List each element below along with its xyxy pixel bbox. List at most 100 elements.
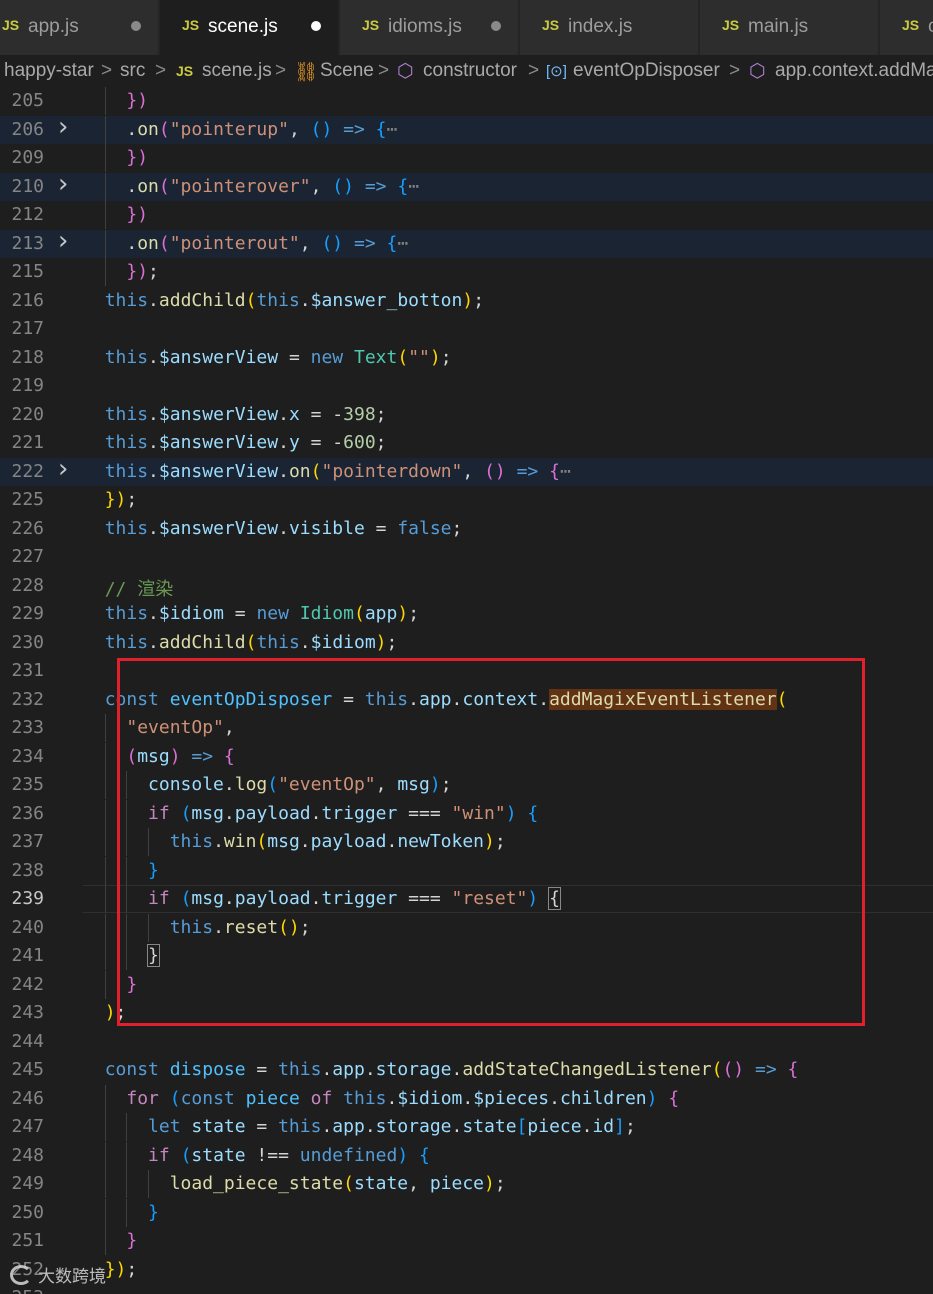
- code-token: piece: [527, 1116, 582, 1137]
- code-token: of: [310, 1087, 333, 1109]
- code-line[interactable]: 229 this.$idiom = new Idiom(app);: [0, 600, 933, 628]
- code-token: (: [711, 1059, 723, 1080]
- code-text: }: [83, 1202, 159, 1223]
- code-line[interactable]: 245 const dispose = this.app.storage.add…: [0, 1056, 933, 1084]
- code-token: .: [278, 460, 289, 482]
- code-line[interactable]: 205 }): [0, 87, 933, 115]
- code-line[interactable]: 218 this.$answerView = new Text("");: [0, 344, 933, 372]
- tab-idioms-js[interactable]: JS idioms.js: [340, 0, 519, 55]
- code-line[interactable]: 248 if (state !== undefined) {: [0, 1141, 933, 1170]
- code-line[interactable]: 219: [0, 372, 933, 400]
- code-token: .: [364, 1059, 376, 1080]
- code-token: this: [256, 289, 300, 311]
- code-token: ,: [288, 118, 311, 140]
- line-number: 226: [11, 517, 44, 539]
- code-line[interactable]: 230 this.addChild(this.$idiom);: [0, 629, 933, 657]
- code-token: {: [787, 1059, 799, 1080]
- code-line[interactable]: 228 // 渲染: [0, 572, 933, 600]
- code-text: this.addChild(this.$idiom);: [83, 631, 398, 653]
- line-number: 229: [11, 603, 44, 624]
- code-text: this.$answerView.on("pointerdown", () =>…: [83, 461, 571, 482]
- fold-chevron-right-icon[interactable]: ›: [58, 112, 68, 142]
- code-token: ⋯: [408, 175, 420, 197]
- breadcrumb-item-file[interactable]: scene.js: [202, 60, 272, 82]
- code-line[interactable]: 213 › .on("pointerout", () => {⋯: [0, 226, 933, 258]
- breadcrumb-item-call[interactable]: app.context.addMa: [775, 60, 933, 82]
- breadcrumb-item-method[interactable]: constructor: [423, 60, 517, 82]
- code-token: state: [462, 1116, 517, 1137]
- unsaved-dot-icon[interactable]: [491, 21, 501, 31]
- breadcrumb-item-src[interactable]: src: [120, 60, 145, 82]
- unsaved-dot-icon[interactable]: [311, 21, 321, 31]
- code-token: piece: [429, 1173, 484, 1194]
- code-line[interactable]: 251 }: [0, 1227, 933, 1255]
- code-line[interactable]: 220 this.$answerView.x = -398;: [0, 401, 933, 429]
- tab-app-js[interactable]: JS app.js: [0, 0, 159, 55]
- code-line[interactable]: 253: [0, 1284, 933, 1294]
- code-token: this: [104, 403, 149, 425]
- breadcrumb-item-variable[interactable]: eventOpDisposer: [573, 60, 720, 82]
- breadcrumb-item-folder[interactable]: happy-star: [4, 60, 94, 82]
- code-token: .: [148, 432, 159, 453]
- code-line[interactable]: 216 this.addChild(this.$answer_botton);: [0, 287, 933, 315]
- line-number: 212: [11, 204, 44, 225]
- breadcrumb-separator-icon: >: [378, 60, 390, 81]
- code-token: .: [83, 118, 138, 140]
- code-line[interactable]: 252 });: [0, 1256, 933, 1284]
- code-line[interactable]: 226 this.$answerView.visible = false;: [0, 515, 933, 543]
- tab-c[interactable]: JS c: [880, 0, 933, 55]
- code-token: x: [288, 403, 300, 425]
- code-token: storage: [375, 1116, 452, 1137]
- code-line[interactable]: 217: [0, 315, 933, 343]
- js-file-icon: JS: [902, 17, 920, 33]
- tab-scene-js[interactable]: JS scene.js: [160, 0, 339, 55]
- code-token: $answer_botton: [310, 289, 463, 311]
- code-token: =>: [343, 232, 387, 254]
- code-token: const: [180, 1087, 235, 1109]
- code-token: (: [180, 1144, 192, 1166]
- code-token: }): [126, 261, 149, 282]
- fold-chevron-right-icon[interactable]: ›: [58, 169, 68, 199]
- code-token: }): [126, 204, 149, 225]
- code-line[interactable]: 222 › this.$answerView.on("pointerdown", …: [0, 454, 933, 486]
- unsaved-dot-icon[interactable]: [131, 21, 141, 31]
- code-token: .: [299, 289, 311, 311]
- code-line[interactable]: 210 › .on("pointerover", () => {⋯: [0, 169, 933, 201]
- code-line[interactable]: 246 for (const piece of this.$idiom.$pie…: [0, 1084, 933, 1113]
- code-line[interactable]: 247 let state = this.app.storage.state[p…: [0, 1113, 933, 1141]
- fold-chevron-right-icon[interactable]: ›: [58, 454, 68, 484]
- code-token: =: [223, 603, 257, 624]
- code-token: (: [245, 289, 257, 311]
- code-text: }): [83, 147, 148, 168]
- breadcrumb-item-class[interactable]: Scene: [320, 60, 374, 82]
- code-line[interactable]: 221 this.$answerView.y = -600;: [0, 429, 933, 457]
- code-token: addChild: [158, 289, 246, 311]
- code-line[interactable]: 225 });: [0, 486, 933, 514]
- code-token: .: [451, 1059, 463, 1080]
- fold-chevron-right-icon[interactable]: ›: [58, 226, 68, 256]
- code-line[interactable]: 244: [0, 1028, 933, 1056]
- code-line[interactable]: 249 load_piece_state(state, piece);: [0, 1170, 933, 1198]
- code-text: this.$answerView = new Text("");: [83, 347, 452, 368]
- code-line[interactable]: 227: [0, 543, 933, 571]
- tab-main-js[interactable]: JS main.js: [700, 0, 879, 55]
- code-line[interactable]: 250 }: [0, 1198, 933, 1227]
- code-token: ): [375, 631, 387, 653]
- code-token: {: [549, 460, 560, 482]
- code-line[interactable]: 215 });: [0, 258, 933, 286]
- breadcrumb: happy-star > src > JS scene.js > ⛓ Scene…: [0, 55, 933, 87]
- code-line[interactable]: 212 }): [0, 201, 933, 229]
- tab-index-js[interactable]: JS index.js: [520, 0, 699, 55]
- code-token: .: [148, 346, 159, 368]
- code-line[interactable]: 209 }): [0, 144, 933, 172]
- code-token: .: [549, 1087, 560, 1109]
- code-text: .on("pointerout", () => {⋯: [83, 233, 408, 254]
- code-token: $answerView: [158, 346, 279, 368]
- line-number: 216: [11, 289, 44, 311]
- code-line[interactable]: 206 › .on("pointerup", () => {⋯: [0, 112, 933, 144]
- code-token: =: [245, 1116, 279, 1137]
